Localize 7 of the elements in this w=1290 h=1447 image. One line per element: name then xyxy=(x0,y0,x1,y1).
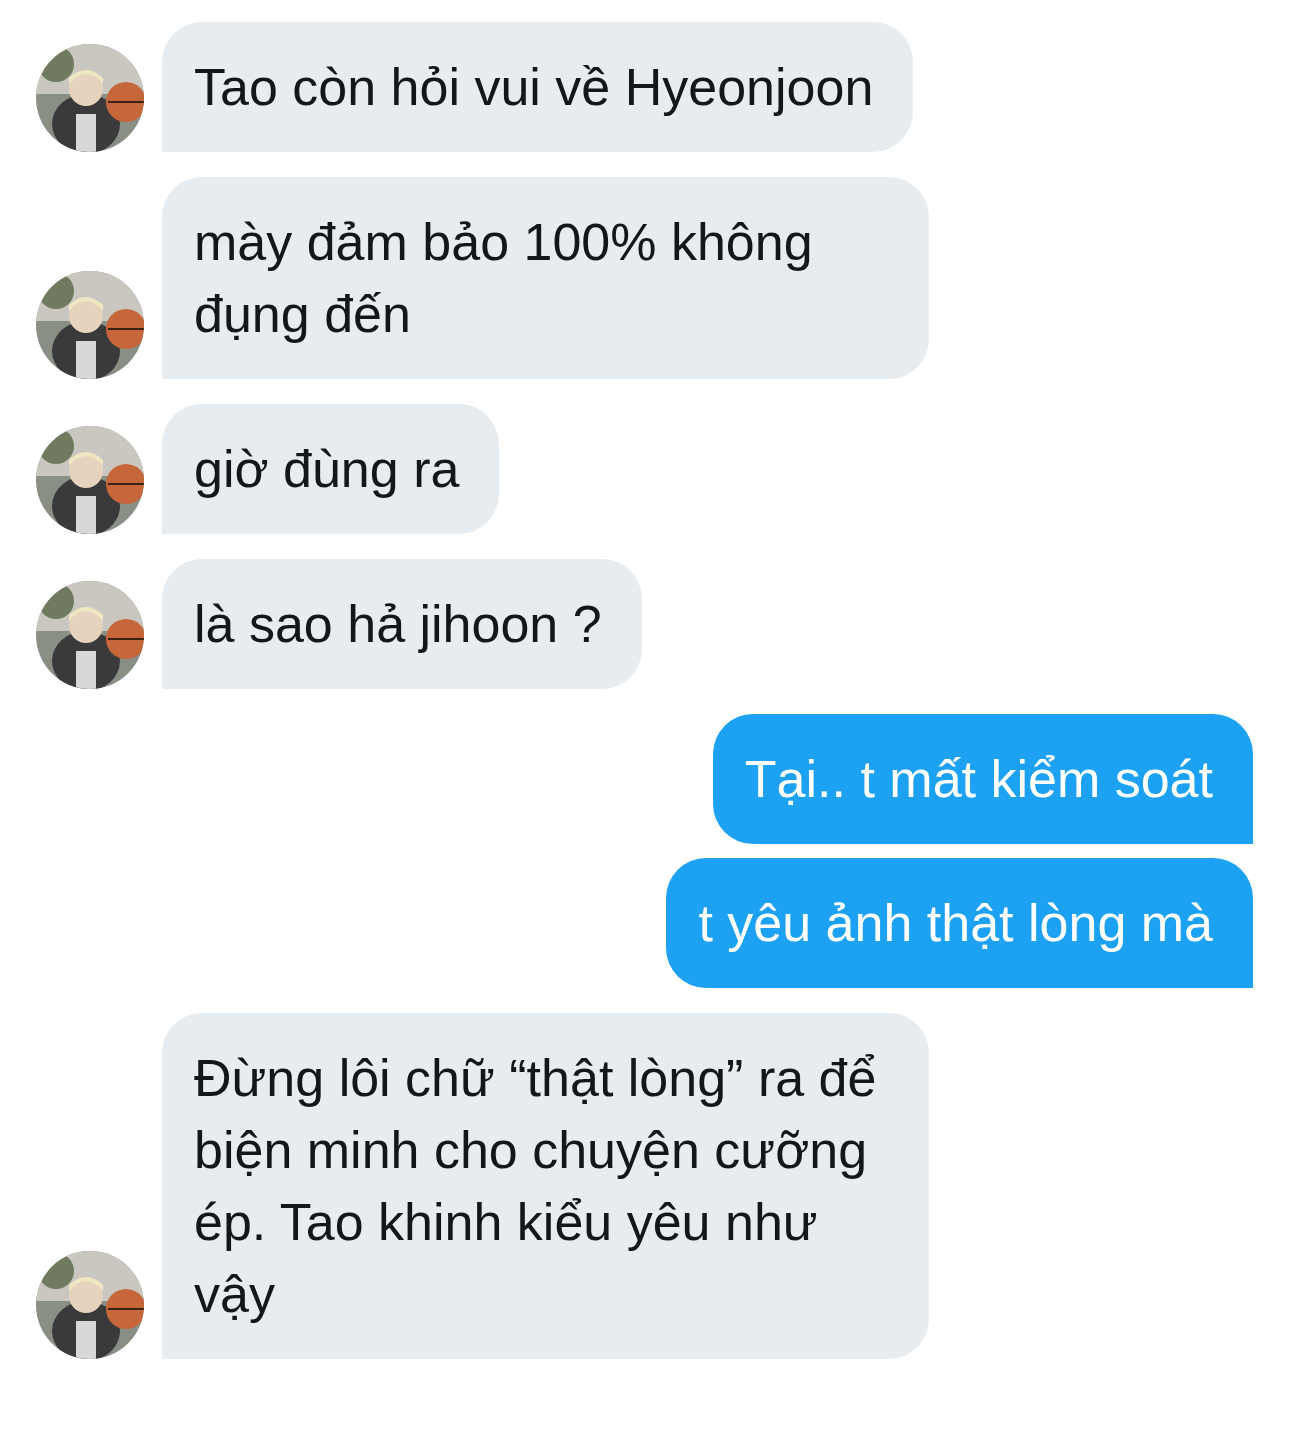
message-bubble: là sao hả jihoon ? xyxy=(162,559,642,689)
message-bubble: Tại.. t mất kiểm soát xyxy=(712,714,1253,844)
message-bubble: t yêu ảnh thật lòng mà xyxy=(666,858,1253,988)
message-bubble: giờ đùng ra xyxy=(162,404,500,534)
message-bubble: Tao còn hỏi vui về Hyeonjoon xyxy=(162,22,914,152)
message-bubble: Đừng lôi chữ “thật lòng” ra để biện minh cho chuyện cưỡng ép. Tao khinh kiểu yêu như vậy xyxy=(162,1013,929,1359)
message-bubble: mày đảm bảo 100% không đụng đến xyxy=(162,177,929,379)
